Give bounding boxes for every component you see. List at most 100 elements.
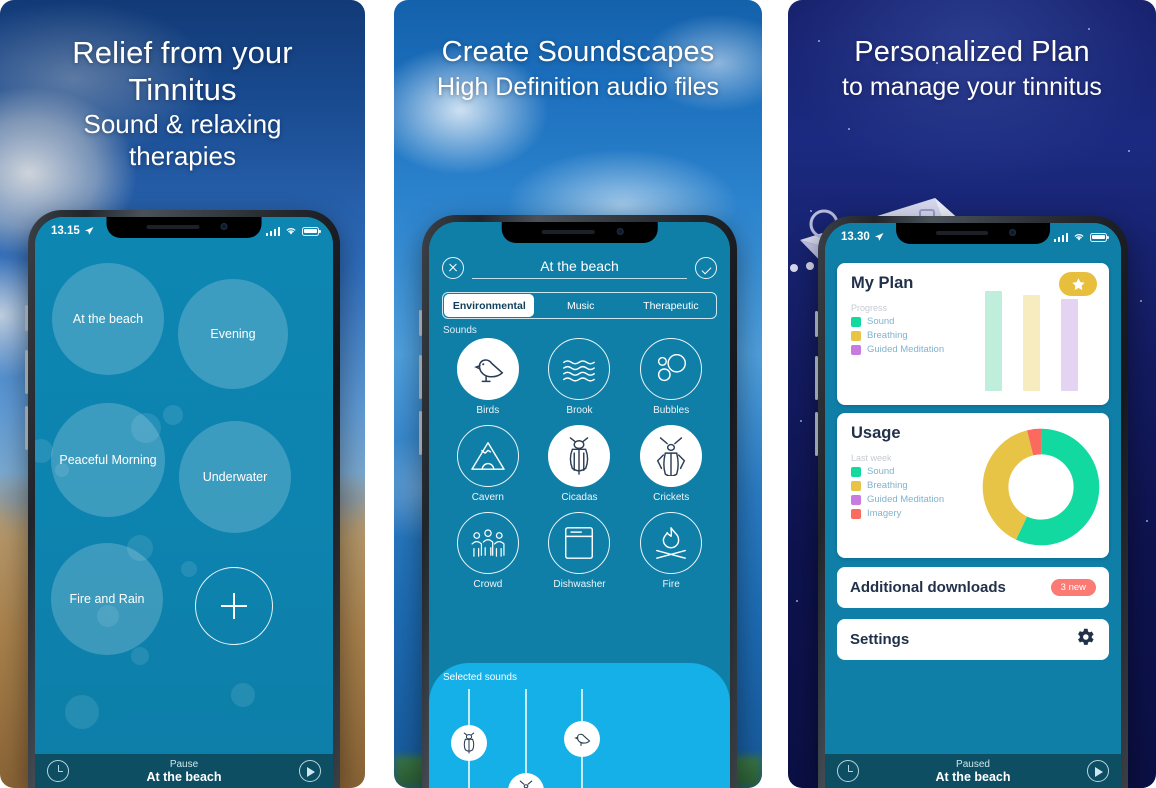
phone-mockup-3: My Plan Progress Sound Breathing Guided … bbox=[815, 216, 1128, 788]
phone-mockup-1: At the beach Evening Peaceful Morning Un… bbox=[25, 210, 340, 788]
sound-label: Brook bbox=[566, 405, 593, 416]
soundscape-list-screen: At the beach Evening Peaceful Morning Un… bbox=[35, 217, 333, 788]
soundscape-bubble-evening[interactable]: Evening bbox=[178, 279, 288, 389]
wifi-icon bbox=[286, 228, 296, 235]
legend-item-breathing: Breathing bbox=[851, 330, 944, 341]
usage-legend-title: Last week bbox=[851, 453, 892, 463]
phone-notch bbox=[896, 223, 1050, 244]
legend-label: Sound bbox=[867, 316, 895, 327]
sound-label: Crickets bbox=[653, 492, 690, 503]
panel-3-headline: Personalized Plan to manage your tinnitu… bbox=[788, 0, 1156, 103]
additional-downloads-row[interactable]: Additional downloads 3 new bbox=[837, 567, 1109, 608]
sound-label: Fire bbox=[662, 579, 680, 590]
player-bar-1: Pause At the beach bbox=[35, 754, 333, 788]
status-time: 13.30 bbox=[841, 231, 870, 243]
player-track: At the beach bbox=[935, 770, 1011, 784]
soundscape-bubble-peaceful-morning[interactable]: Peaceful Morning bbox=[51, 403, 165, 517]
plan-legend-title: Progress bbox=[851, 303, 888, 313]
headline-line-1: Create Soundscapes bbox=[441, 36, 715, 68]
legend-swatch bbox=[851, 508, 861, 519]
cicada-icon bbox=[548, 425, 611, 487]
my-plan-card[interactable]: My Plan Progress Sound Breathing Guided … bbox=[837, 263, 1109, 405]
plan-bar-breathing bbox=[1023, 295, 1040, 391]
waves-icon bbox=[548, 338, 611, 400]
campfire-icon bbox=[640, 512, 703, 574]
play-icon[interactable] bbox=[1086, 760, 1109, 782]
soundscape-bubble-fire-and-rain[interactable]: Fire and Rain bbox=[51, 543, 163, 655]
sound-cell-dishwasher[interactable]: Dishwasher bbox=[534, 512, 626, 590]
plan-bar-guided-meditation bbox=[1061, 299, 1078, 391]
screenshot-panel-1: Relief from your Tinnitus Sound & relaxi… bbox=[0, 0, 365, 788]
soundscape-bubble-at-the-beach[interactable]: At the beach bbox=[52, 263, 164, 375]
usage-card[interactable]: Usage Last week Sound Breathing Guided M… bbox=[837, 413, 1109, 558]
legend-swatch bbox=[851, 316, 861, 327]
battery-icon bbox=[302, 226, 321, 236]
sound-slider-knob-cricket[interactable] bbox=[508, 773, 544, 788]
legend-item-guided-meditation: Guided Meditation bbox=[851, 494, 944, 505]
sound-slider-knob-cicada[interactable] bbox=[451, 725, 487, 761]
selected-sounds-label: Selected sounds bbox=[443, 672, 517, 683]
legend-label: Breathing bbox=[867, 480, 908, 491]
legend-item-guided-meditation: Guided Meditation bbox=[851, 344, 944, 355]
gear-icon[interactable] bbox=[1074, 626, 1096, 653]
legend-item-breathing: Breathing bbox=[851, 480, 944, 491]
headline-line-1: Personalized Plan bbox=[854, 36, 1090, 68]
cricket-icon bbox=[640, 425, 703, 487]
soundscape-name-input[interactable]: At the beach bbox=[472, 258, 687, 279]
soundscape-bubble-underwater[interactable]: Underwater bbox=[179, 421, 291, 533]
phone-screen-2: At the beach Environmental Music Therape… bbox=[429, 222, 730, 788]
plan-progress-bar-chart bbox=[975, 291, 1095, 391]
soundscape-editor-screen: At the beach Environmental Music Therape… bbox=[429, 222, 730, 788]
headline-sub-1: to manage your tinnitus bbox=[842, 73, 1102, 101]
sound-cell-fire[interactable]: Fire bbox=[625, 512, 717, 590]
headline-sub-1: Sound & relaxing bbox=[83, 109, 282, 139]
my-plan-title: My Plan bbox=[851, 274, 914, 292]
legend-swatch bbox=[851, 330, 861, 341]
sound-cell-bubbles[interactable]: Bubbles bbox=[625, 338, 717, 416]
legend-item-sound: Sound bbox=[851, 466, 944, 477]
panel-1-headline: Relief from your Tinnitus Sound & relaxi… bbox=[0, 0, 365, 172]
timer-icon[interactable] bbox=[47, 760, 69, 782]
check-circle-icon[interactable] bbox=[695, 257, 717, 279]
sound-cell-crickets[interactable]: Crickets bbox=[625, 425, 717, 503]
legend-label: Breathing bbox=[867, 330, 908, 341]
sound-cell-cavern[interactable]: Cavern bbox=[442, 425, 534, 503]
sound-label: Bubbles bbox=[653, 405, 690, 416]
sound-cell-crowd[interactable]: Crowd bbox=[442, 512, 534, 590]
location-arrow-icon bbox=[874, 233, 884, 241]
screenshot-panel-3: Personalized Plan to manage your tinnitu… bbox=[788, 0, 1156, 788]
status-time: 13.15 bbox=[51, 225, 80, 237]
player-track: At the beach bbox=[146, 770, 222, 784]
plus-icon bbox=[221, 593, 247, 619]
settings-label: Settings bbox=[850, 631, 910, 648]
tab-therapeutic[interactable]: Therapeutic bbox=[626, 293, 716, 318]
add-soundscape-button[interactable] bbox=[195, 567, 273, 645]
cellular-signal-icon bbox=[1053, 232, 1068, 242]
sound-label: Cicadas bbox=[561, 492, 598, 503]
sound-cell-birds[interactable]: Birds bbox=[442, 338, 534, 416]
sound-cell-brook[interactable]: Brook bbox=[534, 338, 626, 416]
player-bar-3: Paused At the beach bbox=[825, 754, 1121, 788]
tab-environmental[interactable]: Environmental bbox=[444, 294, 535, 317]
usage-title: Usage bbox=[851, 424, 901, 442]
legend-label: Guided Meditation bbox=[867, 344, 945, 355]
phone-screen-1: At the beach Evening Peaceful Morning Un… bbox=[35, 217, 333, 788]
panel-2-headline: Create Soundscapes High Definition audio… bbox=[394, 0, 762, 103]
soundscape-label: Underwater bbox=[202, 470, 268, 484]
sound-slider-knob-bird[interactable] bbox=[564, 721, 600, 757]
sound-grid: Birds Brook Bubbles Cavern Cicadas Crick… bbox=[442, 338, 717, 590]
phone-screen-3: My Plan Progress Sound Breathing Guided … bbox=[825, 223, 1121, 788]
wifi-icon bbox=[1074, 234, 1084, 241]
close-circle-icon[interactable] bbox=[442, 257, 464, 279]
play-icon[interactable] bbox=[298, 760, 321, 782]
sounds-section-label: Sounds bbox=[443, 325, 477, 336]
additional-downloads-label: Additional downloads bbox=[850, 579, 1006, 596]
screenshot-panel-2: Create Soundscapes High Definition audio… bbox=[394, 0, 762, 788]
tab-music[interactable]: Music bbox=[536, 293, 626, 318]
soundscape-label: At the beach bbox=[72, 312, 144, 326]
legend-item-imagery: Imagery bbox=[851, 508, 944, 519]
settings-row[interactable]: Settings bbox=[837, 619, 1109, 660]
sound-cell-cicadas[interactable]: Cicadas bbox=[534, 425, 626, 503]
headline-line-2: Tinnitus bbox=[128, 72, 237, 107]
timer-icon[interactable] bbox=[837, 760, 859, 782]
